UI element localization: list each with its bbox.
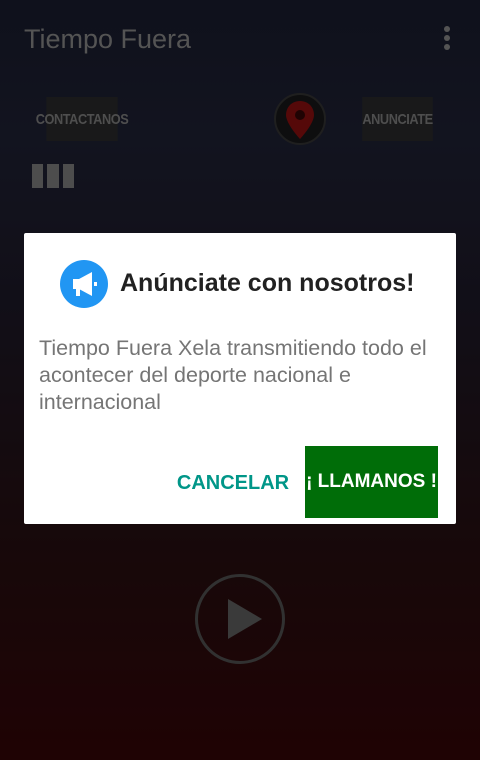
advertise-dialog: Anúnciate con nosotros! Tiempo Fuera Xel… [24, 233, 456, 524]
call-button[interactable]: ¡ LLAMANOS ! [305, 446, 438, 518]
dialog-title: Anúnciate con nosotros! [120, 269, 415, 297]
cancel-button[interactable]: CANCELAR [174, 461, 292, 505]
dialog-message: Tiempo Fuera Xela transmitiendo todo el … [39, 336, 427, 414]
megaphone-icon [60, 260, 108, 308]
